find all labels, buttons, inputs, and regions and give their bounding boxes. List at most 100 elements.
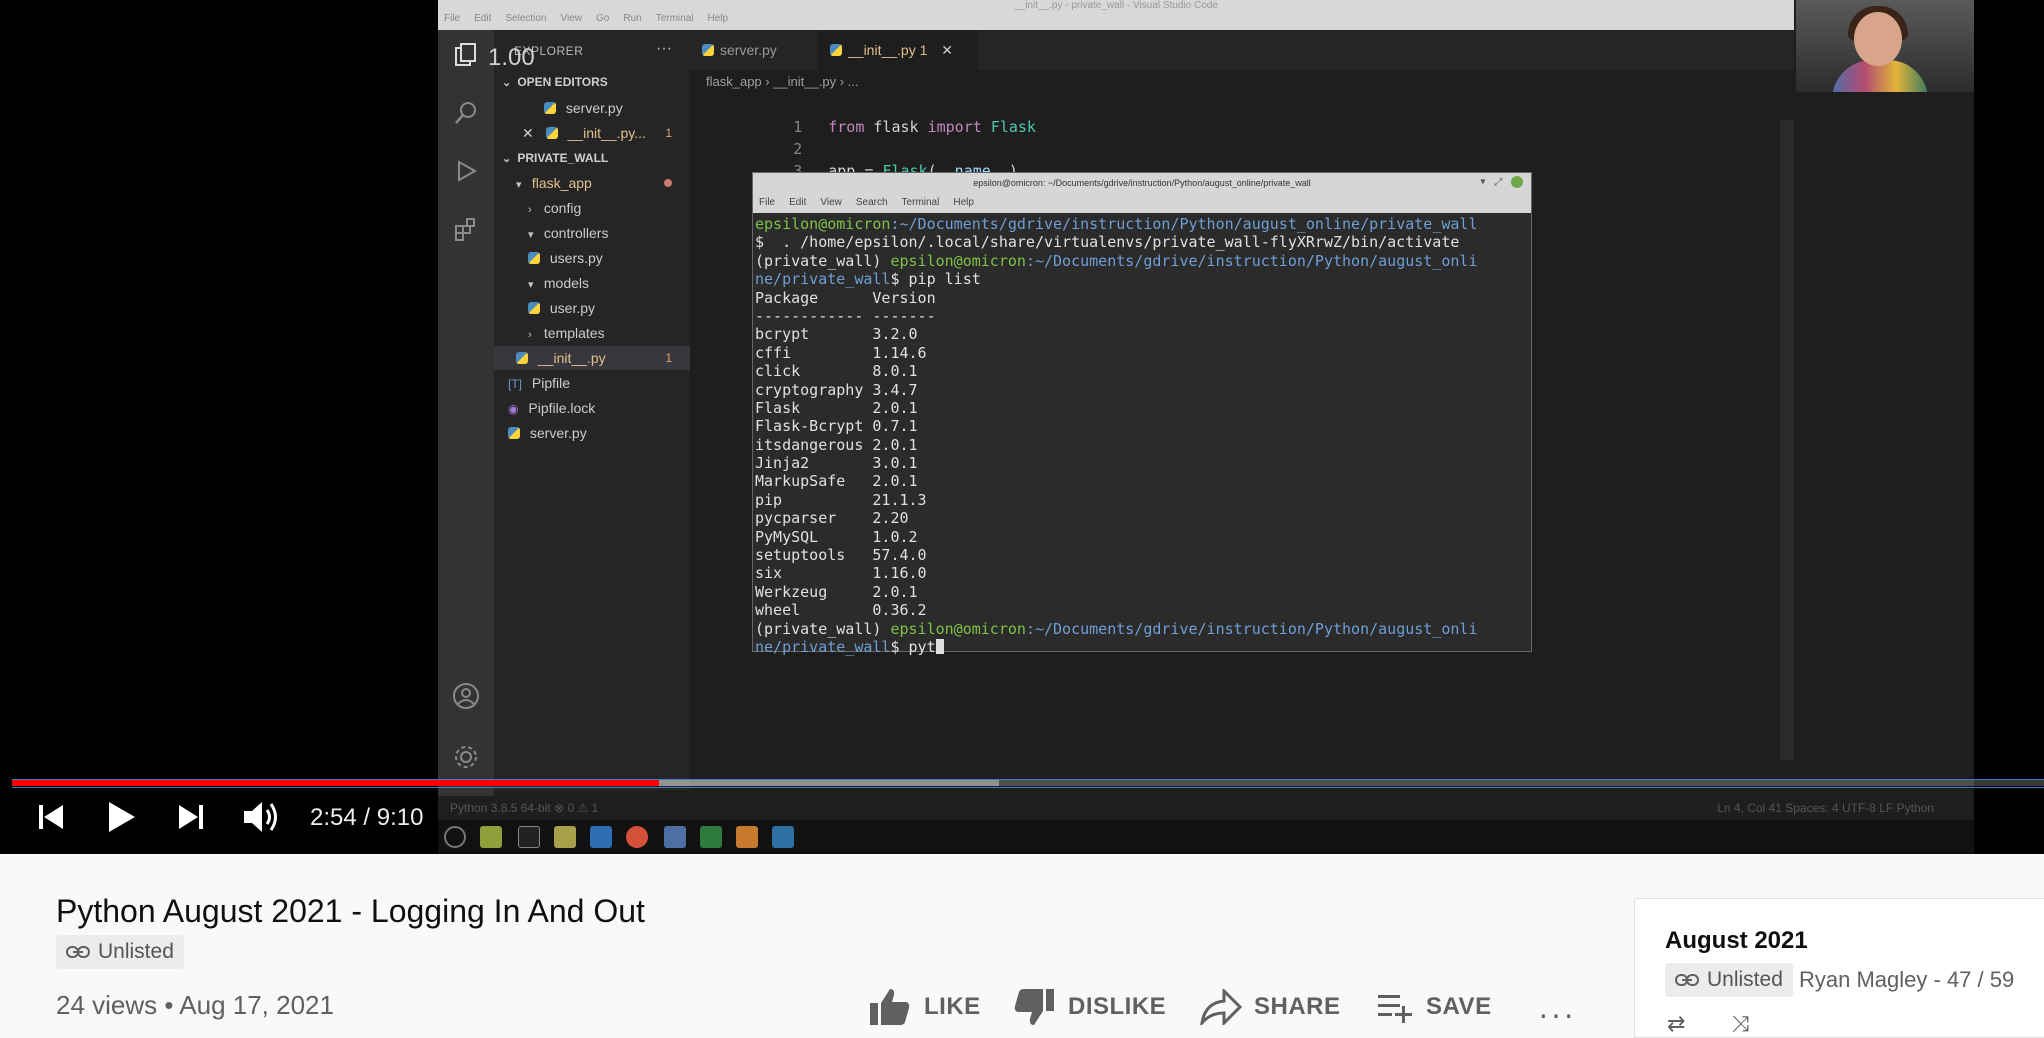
open-editor-label: __init__.py... (567, 125, 646, 141)
vscode-menu: File Edit Selection View Go Run Terminal Help (444, 13, 728, 24)
terminal-line: itsdangerous 2.0.1 (755, 436, 1529, 454)
menu-item-terminal: Terminal (655, 13, 694, 24)
skip-previous-icon (39, 805, 63, 829)
workspace-header: ⌄ PRIVATE_WALL (494, 146, 690, 170)
tree-item-label: Pipfile.lock (528, 400, 596, 416)
terminal-text: cffi 1.14.6 (755, 343, 927, 362)
python-file-icon (528, 302, 540, 314)
menu-item-file: File (444, 13, 461, 24)
link-icon (1675, 974, 1699, 986)
like-button[interactable]: LIKE (868, 986, 981, 1028)
tree-item-label: server.py (529, 425, 587, 441)
tree-item-label: __init__.py (537, 350, 606, 366)
terminal-line: cryptography 3.4.7 (755, 381, 1529, 399)
mute-button[interactable] (238, 790, 286, 844)
playlist-add-icon (1378, 995, 1412, 1023)
tree-item-pipfile: [T] Pipfile (494, 371, 690, 395)
dislike-button[interactable]: DISLIKE (1012, 986, 1166, 1028)
tree-item-templates: › templates (494, 321, 690, 345)
terminal-text: $ . /home/epsilon/.local/share/virtualen… (755, 233, 1460, 252)
settings-gear-icon (450, 744, 482, 776)
tab-init-py: __init__.py 1 ✕ (818, 30, 978, 70)
menu-item-run: Run (623, 13, 642, 24)
lock-file-icon: ◉ (508, 402, 519, 416)
tab-label: server.py (720, 42, 777, 58)
playlist-visibility-badge: Unlisted (1665, 963, 1793, 997)
close-icon (1511, 176, 1523, 188)
menu-item-help: Help (707, 13, 729, 24)
close-icon: ✕ (522, 125, 534, 141)
visibility-badge: Unlisted (56, 935, 184, 969)
loop-icon[interactable]: ⇄ (1667, 1011, 1685, 1036)
open-editor-label: server.py (565, 100, 623, 116)
python-file-icon (508, 427, 520, 439)
terminal-title-text: epsilon@omicron: ~/Documents/gdrive/inst… (973, 178, 1311, 188)
previous-button[interactable] (26, 790, 74, 844)
terminal-line: ------------ ------- (755, 307, 1529, 325)
terminal-text: Jinja2 3.0.1 (755, 454, 918, 473)
minimize-icon: ▾ (1480, 176, 1486, 188)
video-title: Python August 2021 - Logging In And Out (56, 893, 645, 929)
thumbs-up-icon (870, 989, 910, 1025)
tree-item-label: flask_app (531, 175, 592, 191)
terminal-text: click 8.0.1 (755, 362, 918, 381)
terminal-text: :~/Documents/gdrive/instruction/Python/a… (1025, 251, 1478, 270)
video-player[interactable]: File Edit Selection View Go Run Terminal Help _… (0, 0, 2044, 854)
tree-item-init-py: __init__.py 1 (494, 346, 690, 370)
terminal-line: Flask-Bcrypt 0.7.1 (755, 417, 1529, 435)
python-file-icon (545, 127, 558, 139)
terminal-line: pip 21.1.3 (755, 491, 1529, 509)
terminal-text: itsdangerous 2.0.1 (755, 435, 918, 454)
terminal-line: Flask 2.0.1 (755, 399, 1529, 417)
terminal-text: :~/Documents/gdrive/instruction/Python/a… (1025, 619, 1478, 638)
terminal-line: cffi 1.14.6 (755, 344, 1529, 362)
terminal-line: (private_wall) epsilon@omicron:~/Documen… (755, 252, 1529, 270)
shuffle-icon[interactable]: ⤨ (1732, 1011, 1750, 1036)
breadcrumb: flask_app › __init__.py › ... (706, 74, 859, 89)
presenter-face (1854, 12, 1902, 66)
terminal-text: Flask-Bcrypt 0.7.1 (755, 417, 918, 436)
tree-item-pipfile-lock: ◉ Pipfile.lock (494, 396, 690, 420)
terminal-menu-help: Help (953, 197, 974, 208)
close-icon: ✕ (941, 42, 954, 58)
modified-dot (664, 179, 672, 187)
terminal-text: epsilon@omicron (755, 215, 891, 233)
terminal-menu-view: View (820, 197, 842, 208)
menu-item-view: View (560, 13, 583, 24)
time-display: 2:54 / 9:10 (310, 804, 424, 831)
save-button[interactable]: SAVE (1376, 986, 1492, 1028)
menu-item-go: Go (596, 13, 610, 24)
share-button[interactable]: SHARE (1200, 986, 1341, 1028)
progress-played (12, 780, 660, 786)
tree-item-flask-app: ▾ flask_app (494, 171, 690, 195)
terminal-text: MarkupSafe 2.0.1 (755, 472, 918, 491)
terminal-text: wheel 0.36.2 (755, 601, 927, 620)
terminal-output: epsilon@omicron:~/Documents/gdrive/instr… (753, 213, 1531, 656)
terminal-line: MarkupSafe 2.0.1 (755, 472, 1529, 490)
volume-icon (244, 802, 277, 832)
terminal-line: Package Version (755, 289, 1529, 307)
python-file-icon (702, 44, 714, 56)
code-line: 1 from flask import Flask (690, 94, 1036, 136)
next-button[interactable] (168, 790, 216, 844)
chevron-down-icon: ⌄ (502, 153, 512, 165)
terminal-text: six 1.16.0 (755, 564, 927, 583)
python-file-icon (516, 352, 528, 364)
terminal-line: six 1.16.0 (755, 564, 1529, 582)
more-actions-button[interactable]: ··· (1538, 996, 1576, 1033)
run-debug-icon (450, 158, 482, 190)
progress-bar[interactable] (12, 776, 2044, 788)
tree-item-server-py: server.py (494, 421, 690, 445)
toml-file-icon: [T] (508, 377, 522, 391)
visibility-label: Unlisted (98, 940, 174, 963)
playlist-title[interactable]: August 2021 (1665, 927, 1808, 955)
terminal-menu: File Edit View Search Terminal Help (753, 193, 1531, 213)
share-label: SHARE (1254, 993, 1341, 1020)
chevron-down-icon: ▾ (528, 229, 534, 241)
play-button[interactable] (96, 790, 144, 844)
tree-item-label: users.py (549, 250, 603, 266)
terminal-menu-search: Search (855, 197, 888, 208)
terminal-menu-terminal: Terminal (901, 197, 940, 208)
terminal-text: epsilon@omicron (890, 251, 1026, 270)
terminal-menu-edit: Edit (789, 197, 807, 208)
